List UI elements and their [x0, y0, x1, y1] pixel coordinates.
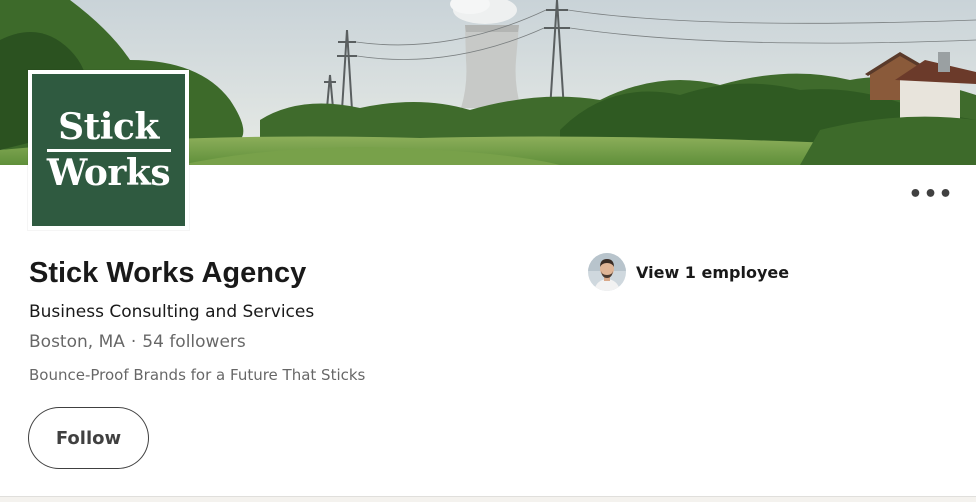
employee-avatar	[588, 253, 626, 291]
follower-count[interactable]: 54 followers	[142, 332, 245, 352]
company-tagline: Bounce-Proof Brands for a Future That St…	[29, 366, 366, 384]
logo-mark: Stick Works	[32, 74, 185, 226]
company-meta: Boston, MA · 54 followers	[29, 332, 246, 352]
company-location: Boston, MA	[29, 332, 125, 352]
logo-text-line2: Works	[46, 152, 171, 194]
follow-button[interactable]: Follow	[28, 407, 149, 469]
page-title: Stick Works Agency	[29, 257, 307, 289]
company-profile-card: Stick Works ••• Stick Works Agency Busin…	[0, 0, 976, 497]
logo-text-line1: Stick	[58, 106, 159, 148]
view-employees-label: View 1 employee	[636, 262, 790, 282]
view-employees-link[interactable]: View 1 employee	[588, 253, 789, 291]
meta-separator: ·	[130, 332, 137, 352]
ellipsis-icon: •••	[908, 182, 954, 207]
company-industry: Business Consulting and Services	[29, 302, 315, 322]
more-options-button[interactable]: •••	[906, 180, 956, 210]
company-logo[interactable]: Stick Works	[28, 70, 189, 230]
